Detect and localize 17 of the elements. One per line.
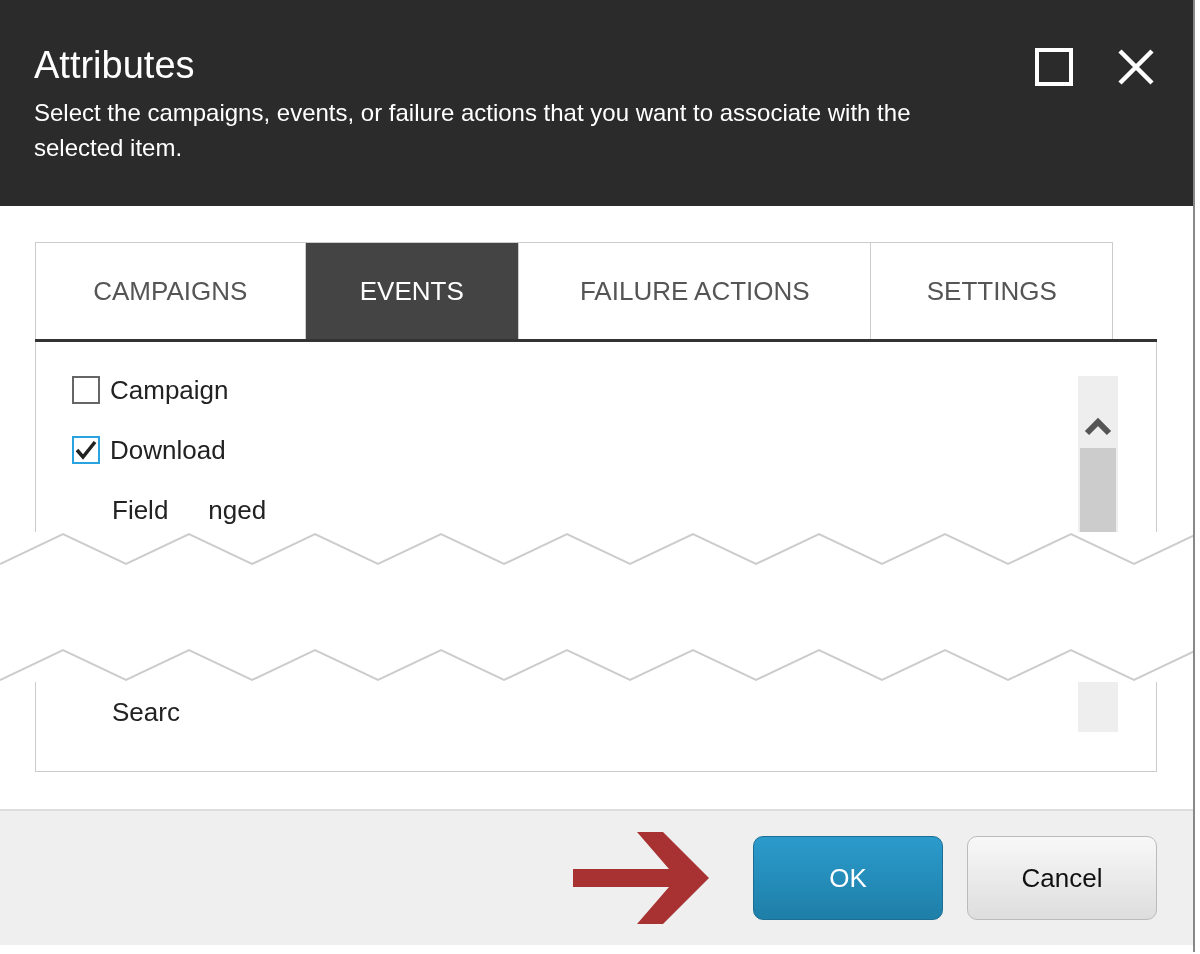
maximize-icon[interactable] [1035,48,1073,86]
dialog-title: Attributes [34,44,195,87]
scroll-up-icon[interactable] [1084,416,1112,436]
tab[interactable]: EVENTS [305,243,520,339]
ok-button[interactable]: OK [753,836,943,920]
checkbox[interactable] [72,376,100,404]
close-icon[interactable] [1117,48,1155,86]
cancel-button[interactable]: Cancel [967,836,1157,920]
checkbox[interactable] [72,436,100,464]
dialog-description: Select the campaigns, events, or failure actions that you want to associate with the selected item. [34,98,912,163]
option-label-fragment: nged [208,494,267,526]
option-label-fragment: Searc [112,696,180,728]
checkbox-label: Download [110,434,226,466]
checkbox-label: Campaign [110,374,229,406]
option-label-fragment: Field [112,494,169,526]
scrollbar[interactable] [1078,376,1118,532]
arrow-icon [573,832,709,924]
